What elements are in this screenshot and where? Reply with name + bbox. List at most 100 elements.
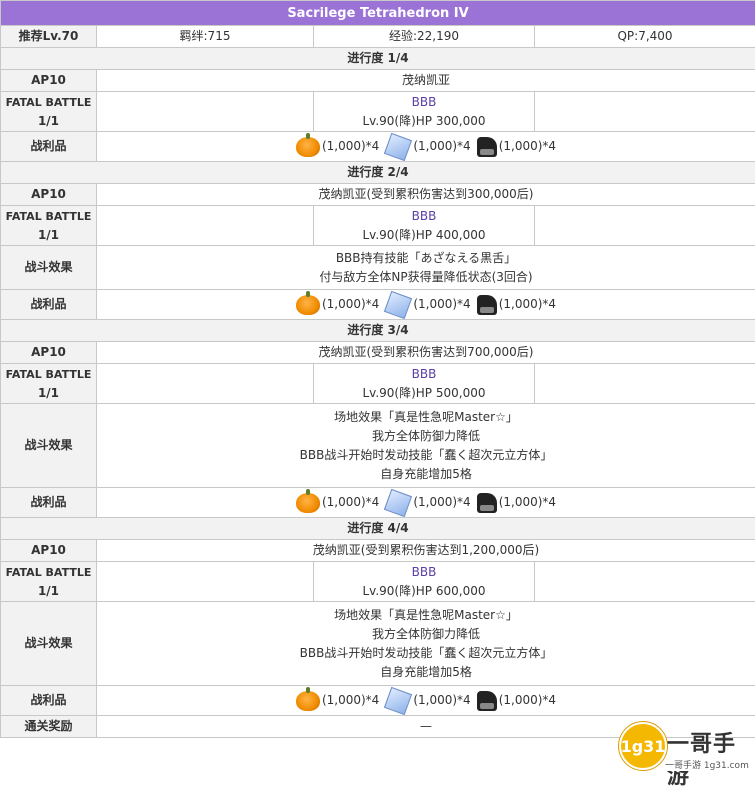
- drops-label: 战利品: [1, 686, 97, 716]
- battle-effect-line: 我方全体防御力降低: [99, 625, 753, 644]
- drop-item[interactable]: (1,000)*4: [385, 492, 470, 514]
- enemy-cell: BBBLv.90(降)HP 300,000: [314, 92, 535, 132]
- enemy-cell: BBBLv.90(降)HP 400,000: [314, 206, 535, 246]
- drops-cell: (1,000)*4 (1,000)*4 (1,000)*4: [97, 290, 755, 320]
- drops-label: 战利品: [1, 290, 97, 320]
- exp-value: 经验:22,190: [314, 26, 535, 48]
- fatal-battle-title: FATAL BATTLE: [3, 207, 94, 226]
- quest-title: Sacrilege Tetrahedron IV: [1, 1, 755, 26]
- battle-effects: BBB持有技能「あざなえる黒舌」付与敌方全体NP获得量降低状态(3回合): [97, 246, 755, 290]
- drop-amount: (1,000)*4: [413, 295, 470, 314]
- drop-amount: (1,000)*4: [413, 137, 470, 156]
- stage-location: 茂纳凯亚(受到累积伤害达到700,000后): [97, 342, 755, 364]
- fatal-battle-label: FATAL BATTLE1/1: [1, 364, 97, 404]
- watermark-url: 一哥手游 1g31.com: [665, 758, 749, 771]
- drop-item[interactable]: (1,000)*4: [385, 690, 470, 712]
- clear-reward-label: 通关奖励: [1, 716, 97, 738]
- drop-amount: (1,000)*4: [322, 295, 379, 314]
- cube-icon: [384, 488, 412, 516]
- drop-item[interactable]: (1,000)*4: [477, 137, 556, 157]
- battle-effects: 场地效果「真是性急呢Master☆」我方全体防御力降低BBB战斗开始时发动技能「…: [97, 404, 755, 488]
- stage-location: 茂纳凯亚(受到累积伤害达到1,200,000后): [97, 540, 755, 562]
- battle-effects: 场地效果「真是性急呢Master☆」我方全体防御力降低BBB战斗开始时发动技能「…: [97, 602, 755, 686]
- drop-item[interactable]: (1,000)*4: [296, 691, 379, 711]
- enemy-empty-left: [97, 92, 314, 132]
- drop-amount: (1,000)*4: [413, 493, 470, 512]
- fatal-battle-count: 1/1: [3, 112, 94, 131]
- enemy-stats: Lv.90(降)HP 500,000: [316, 384, 532, 403]
- enemy-empty-right: [535, 364, 755, 404]
- battle-effect-line: 付与敌方全体NP获得量降低状态(3回合): [99, 268, 753, 287]
- drops-list: (1,000)*4 (1,000)*4 (1,000)*4: [99, 492, 753, 514]
- fatal-battle-title: FATAL BATTLE: [3, 93, 94, 112]
- enemy-empty-right: [535, 206, 755, 246]
- mask-icon: [477, 493, 497, 513]
- enemy-stats: Lv.90(降)HP 300,000: [316, 112, 532, 131]
- enemy-cell: BBBLv.90(降)HP 500,000: [314, 364, 535, 404]
- cube-icon: [384, 290, 412, 318]
- ap-label: AP10: [1, 70, 97, 92]
- drops-list: (1,000)*4 (1,000)*4 (1,000)*4: [99, 294, 753, 316]
- drops-list: (1,000)*4 (1,000)*4 (1,000)*4: [99, 690, 753, 712]
- enemy-stats: Lv.90(降)HP 600,000: [316, 582, 532, 601]
- quest-table: Sacrilege Tetrahedron IV 推荐Lv.70 羁绊:715 …: [0, 0, 755, 738]
- enemy-empty-left: [97, 562, 314, 602]
- fatal-battle-label: FATAL BATTLE1/1: [1, 206, 97, 246]
- stage-location: 茂纳凯亚(受到累积伤害达到300,000后): [97, 184, 755, 206]
- drops-cell: (1,000)*4 (1,000)*4 (1,000)*4: [97, 686, 755, 716]
- pumpkin-icon: [296, 137, 320, 157]
- progress-header: 进行度 4/4: [1, 518, 755, 540]
- drop-amount: (1,000)*4: [499, 137, 556, 156]
- fatal-battle-label: FATAL BATTLE1/1: [1, 92, 97, 132]
- ap-label: AP10: [1, 540, 97, 562]
- drop-amount: (1,000)*4: [322, 137, 379, 156]
- drop-amount: (1,000)*4: [322, 493, 379, 512]
- pumpkin-icon: [296, 493, 320, 513]
- enemy-name: BBB: [316, 207, 532, 226]
- pumpkin-icon: [296, 691, 320, 711]
- bond-value: 羁绊:715: [97, 26, 314, 48]
- battle-effect-line: BBB战斗开始时发动技能「蠢く超次元立方体」: [99, 446, 753, 465]
- drop-item[interactable]: (1,000)*4: [296, 295, 379, 315]
- fatal-battle-title: FATAL BATTLE: [3, 563, 94, 582]
- drop-item[interactable]: (1,000)*4: [296, 493, 379, 513]
- drop-item[interactable]: (1,000)*4: [477, 493, 556, 513]
- battle-effect-line: 我方全体防御力降低: [99, 427, 753, 446]
- battle-effect-line: BBB战斗开始时发动技能「蠢く超次元立方体」: [99, 644, 753, 663]
- enemy-empty-left: [97, 206, 314, 246]
- drop-item[interactable]: (1,000)*4: [477, 691, 556, 711]
- cube-icon: [384, 686, 412, 714]
- recommended-level: 推荐Lv.70: [1, 26, 97, 48]
- drop-amount: (1,000)*4: [322, 691, 379, 710]
- drops-label: 战利品: [1, 488, 97, 518]
- drops-cell: (1,000)*4 (1,000)*4 (1,000)*4: [97, 488, 755, 518]
- battle-effect-line: 场地效果「真是性急呢Master☆」: [99, 606, 753, 625]
- drops-cell: (1,000)*4 (1,000)*4 (1,000)*4: [97, 132, 755, 162]
- battle-effect-line: 场地效果「真是性急呢Master☆」: [99, 408, 753, 427]
- progress-header: 进行度 2/4: [1, 162, 755, 184]
- fatal-battle-count: 1/1: [3, 384, 94, 403]
- drop-amount: (1,000)*4: [499, 295, 556, 314]
- drop-item[interactable]: (1,000)*4: [296, 137, 379, 157]
- qp-value: QP:7,400: [535, 26, 755, 48]
- enemy-stats: Lv.90(降)HP 400,000: [316, 226, 532, 245]
- drops-label: 战利品: [1, 132, 97, 162]
- fatal-battle-title: FATAL BATTLE: [3, 365, 94, 384]
- ap-label: AP10: [1, 342, 97, 364]
- drop-item[interactable]: (1,000)*4: [477, 295, 556, 315]
- fatal-battle-count: 1/1: [3, 226, 94, 245]
- fatal-battle-label: FATAL BATTLE1/1: [1, 562, 97, 602]
- drops-list: (1,000)*4 (1,000)*4 (1,000)*4: [99, 136, 753, 158]
- drop-item[interactable]: (1,000)*4: [385, 136, 470, 158]
- battle-effects-label: 战斗效果: [1, 404, 97, 488]
- battle-effect-line: 自身充能增加5格: [99, 465, 753, 484]
- enemy-name: BBB: [316, 563, 532, 582]
- battle-effects-label: 战斗效果: [1, 246, 97, 290]
- drop-item[interactable]: (1,000)*4: [385, 294, 470, 316]
- battle-effect-line: BBB持有技能「あざなえる黒舌」: [99, 249, 753, 268]
- enemy-empty-right: [535, 562, 755, 602]
- progress-header: 进行度 3/4: [1, 320, 755, 342]
- mask-icon: [477, 691, 497, 711]
- drop-amount: (1,000)*4: [499, 691, 556, 710]
- drop-amount: (1,000)*4: [499, 493, 556, 512]
